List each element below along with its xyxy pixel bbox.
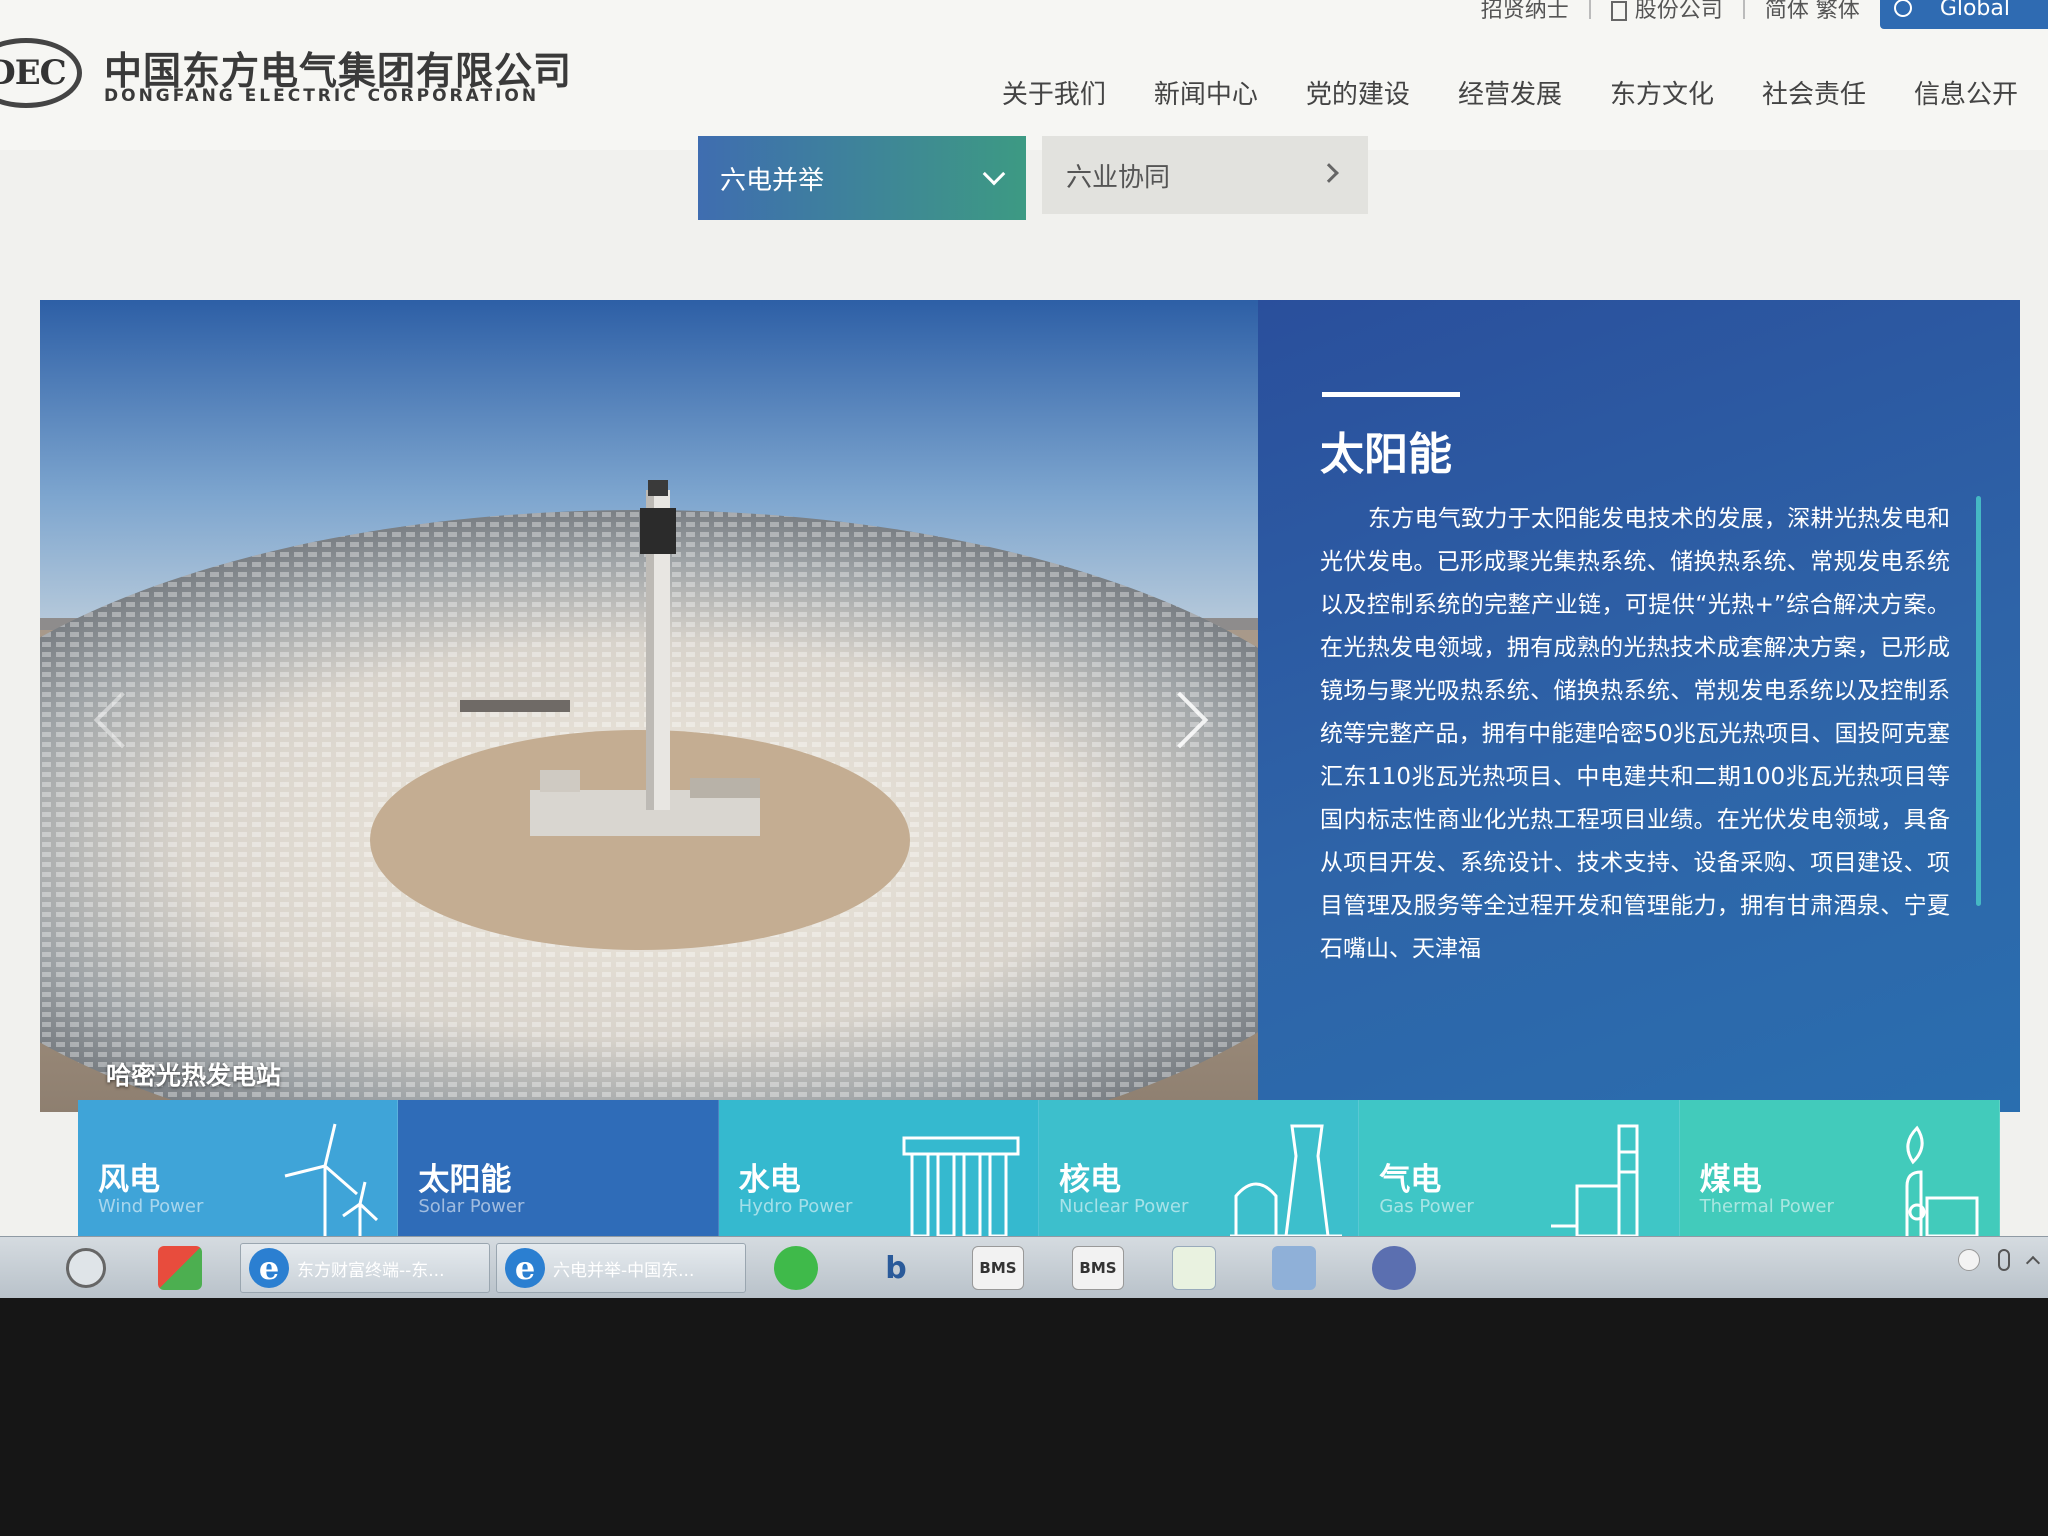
top-links: 招贤纳士 股份公司 简体 繁体 Global	[1461, 0, 2048, 29]
thermal-plant-icon	[1905, 1125, 1979, 1236]
nav-responsibility[interactable]: 社会责任	[1762, 74, 1866, 111]
title-underline	[1322, 392, 1460, 397]
language-switch[interactable]: 简体 繁体	[1745, 0, 1880, 24]
taskbar-bms-2[interactable]: BMS	[1072, 1243, 1124, 1293]
top-link-shares[interactable]: 股份公司	[1591, 0, 1743, 24]
nuclear-plant-icon	[1230, 1124, 1343, 1236]
browser-screen: DEC 中国东方电气集团有限公司 DONGFANG ELECTRIC CORPO…	[0, 0, 2048, 1236]
task-label: 六电并举-中国东...	[553, 1260, 695, 1281]
network-icon	[1272, 1246, 1316, 1290]
top-link-careers[interactable]: 招贤纳士	[1461, 0, 1589, 24]
apps-icon	[158, 1246, 202, 1290]
global-label: Global	[1939, 0, 2010, 21]
category-coal[interactable]: 煤电 Thermal Power	[1679, 1100, 2000, 1236]
monitor-bezel	[0, 1298, 2048, 1536]
subnav-six-industry-link[interactable]: 六业协同	[1042, 136, 1368, 214]
bq-icon: b	[885, 1250, 907, 1286]
info-scrollbar[interactable]	[1976, 496, 1981, 906]
nav-disclosure[interactable]: 信息公开	[1914, 74, 2018, 111]
category-cn: 太阳能	[418, 1162, 512, 1198]
taskbar-frog[interactable]	[1172, 1243, 1216, 1293]
category-nuclear[interactable]: 核电 Nuclear Power	[1038, 1100, 1360, 1236]
main-nav: 关于我们 新闻中心 党的建设 经营发展 东方文化 社会责任 信息公开	[1002, 74, 2018, 111]
subnav-six-power-dropdown[interactable]: 六电并举	[698, 136, 1026, 220]
nav-news[interactable]: 新闻中心	[1154, 74, 1258, 111]
taskbar-ibi[interactable]	[1372, 1243, 1416, 1293]
subnav-active-label: 六电并举	[720, 165, 825, 196]
frog-icon	[1172, 1246, 1216, 1290]
system-tray	[1958, 1249, 2041, 1271]
solar-plant-photo: 哈密光热发电站	[40, 300, 1258, 1112]
global-button[interactable]: Global	[1879, 0, 2048, 29]
taskbar-task-eastmoney[interactable]: e 东方财富终端--东...	[240, 1243, 490, 1293]
category-cn: 风电	[98, 1162, 160, 1198]
ie-browser-icon: e	[249, 1248, 289, 1288]
category-en: Wind Power	[98, 1196, 204, 1217]
dam-icon	[902, 1136, 1020, 1236]
category-en: Solar Power	[418, 1196, 525, 1217]
category-gas[interactable]: 气电 Gas Power	[1359, 1100, 1680, 1236]
info-title: 太阳能	[1320, 429, 1452, 480]
dec-logo-icon[interactable]: DEC	[0, 38, 82, 108]
taskbar-network[interactable]	[1272, 1243, 1316, 1293]
category-cn: 核电	[1058, 1162, 1121, 1198]
nav-business[interactable]: 经营发展	[1458, 74, 1562, 111]
category-cn: 煤电	[1699, 1162, 1762, 1198]
category-cn: 水电	[738, 1162, 801, 1198]
ime-icon[interactable]	[1958, 1249, 1980, 1271]
nav-about[interactable]: 关于我们	[1002, 74, 1106, 111]
photo-caption: 哈密光热发电站	[106, 1061, 282, 1090]
bms-icon: BMS	[972, 1246, 1024, 1290]
category-cn: 气电	[1379, 1162, 1442, 1198]
taskbar-apps[interactable]	[158, 1243, 202, 1293]
taskbar-wechat[interactable]	[774, 1243, 818, 1293]
taskbar-bms-1[interactable]: BMS	[972, 1243, 1024, 1293]
solar-banner: 哈密光热发电站 太阳能 东方电气致力于太阳能发电技术的发展，深耕光热发电和光伏发…	[40, 300, 2020, 1112]
chevron-down-icon	[982, 162, 1006, 186]
category-en: Hydro Power	[738, 1196, 853, 1217]
category-solar[interactable]: 太阳能 Solar Power	[398, 1100, 719, 1236]
task-label: 东方财富终端--东...	[297, 1260, 445, 1281]
gas-plant-icon	[1550, 1124, 1639, 1236]
category-wind[interactable]: 风电 Wind Power	[78, 1100, 399, 1236]
ibi-icon	[1372, 1246, 1416, 1290]
bms-icon: BMS	[1072, 1246, 1124, 1290]
logo-english-name[interactable]: DONGFANG ELECTRIC CORPORATION	[104, 86, 539, 106]
category-en: Thermal Power	[1699, 1196, 1834, 1217]
solar-tower-illustration	[40, 300, 1258, 1112]
chevron-right-icon	[1319, 163, 1339, 183]
show-hidden-icons-icon[interactable]	[2025, 1255, 2041, 1271]
site-header: DEC 中国东方电气集团有限公司 DONGFANG ELECTRIC CORPO…	[0, 0, 2048, 150]
microphone-icon[interactable]	[1998, 1249, 2010, 1271]
solar-info-panel: 太阳能 东方电气致力于太阳能发电技术的发展，深耕光热发电和光伏发电。已形成聚光集…	[1258, 300, 2020, 1112]
webcam-icon	[66, 1248, 106, 1288]
category-en: Gas Power	[1379, 1196, 1474, 1217]
taskbar-bq[interactable]: b	[874, 1243, 918, 1293]
category-hydro[interactable]: 水电 Hydro Power	[718, 1100, 1039, 1236]
wechat-icon	[774, 1246, 818, 1290]
nav-party[interactable]: 党的建设	[1306, 74, 1410, 111]
taskbar-webcam[interactable]	[66, 1243, 106, 1293]
document-icon	[1610, 1, 1627, 21]
info-description: 东方电气致力于太阳能发电技术的发展，深耕光热发电和光伏发电。已形成聚光集热系统、…	[1320, 506, 1950, 962]
subnav-other-label: 六业协同	[1066, 162, 1171, 193]
power-categories: 风电 Wind Power 太阳能 Solar Power 水电 Hydro P…	[78, 1100, 2000, 1236]
windows-taskbar: e 东方财富终端--东... e 六电并举-中国东... b BMS BMS	[0, 1236, 2048, 1298]
globe-icon	[1893, 0, 1912, 17]
taskbar-task-dec-site[interactable]: e 六电并举-中国东...	[496, 1243, 746, 1293]
nav-culture[interactable]: 东方文化	[1610, 74, 1714, 111]
wind-turbine-icon	[284, 1123, 379, 1236]
ie-browser-icon: e	[505, 1248, 545, 1288]
category-en: Nuclear Power	[1058, 1196, 1189, 1217]
